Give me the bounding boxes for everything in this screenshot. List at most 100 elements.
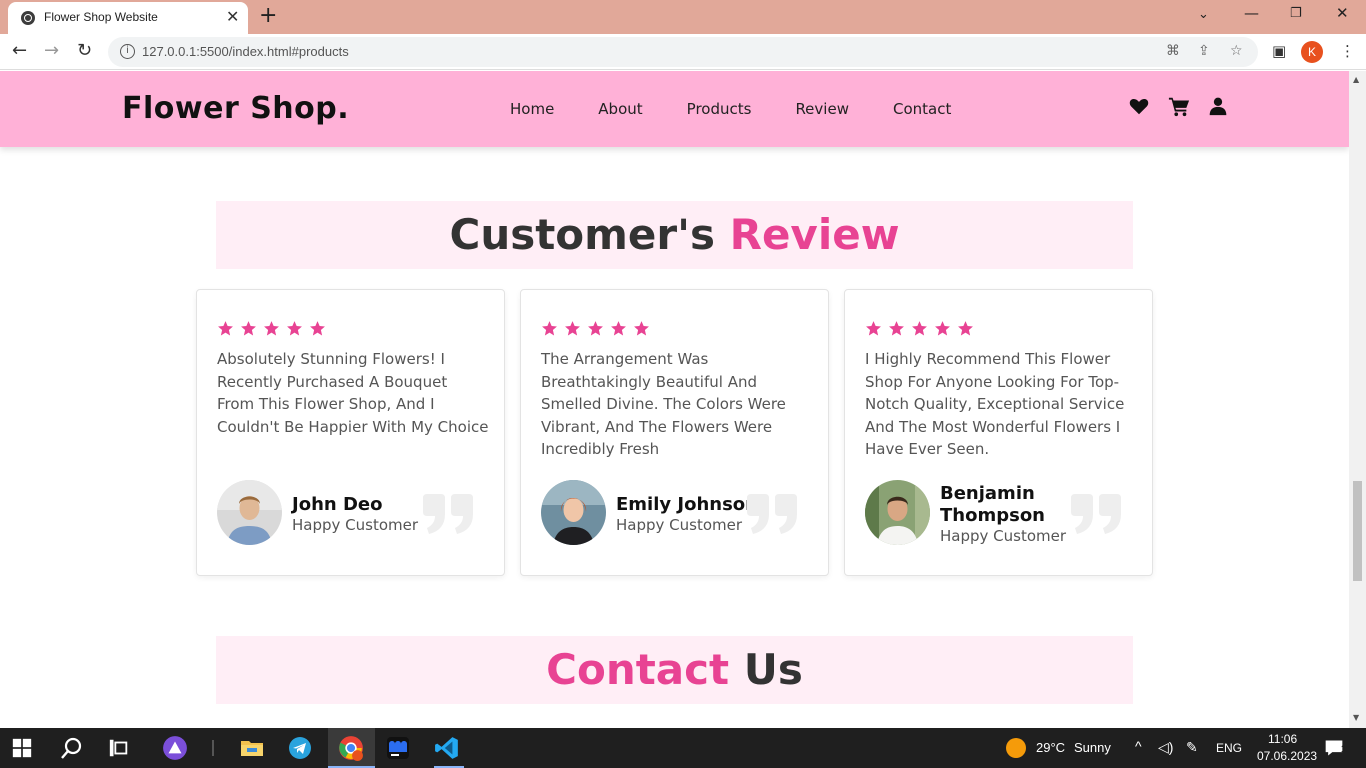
scroll-down-arrow-icon[interactable]: ▼: [1353, 713, 1359, 722]
page-scrollbar[interactable]: ▲ ▼: [1349, 71, 1366, 728]
star-icon: [958, 321, 973, 336]
browser-toolbar: ← → ↻ i 127.0.0.1:5500/index.html#produc…: [0, 34, 1366, 70]
review-heading-box: Customer's Review: [216, 201, 1133, 269]
browser-tab-strip: Flower Shop Website ✕ + ⌄ — ❐ ✕: [0, 0, 1366, 34]
browser-tab[interactable]: Flower Shop Website ✕: [8, 2, 248, 34]
star-icon: [634, 321, 649, 336]
task-view-icon[interactable]: [108, 728, 132, 768]
star-icon: [912, 321, 927, 336]
user-icon[interactable]: [1208, 95, 1230, 121]
minimize-icon[interactable]: —: [1244, 4, 1259, 22]
chrome-taskbar-button[interactable]: [328, 728, 375, 768]
contact-heading-dark: Us: [743, 645, 803, 694]
clock-time[interactable]: 11:06: [1268, 732, 1297, 746]
globe-icon: [21, 11, 35, 25]
avatar: [541, 480, 606, 545]
volume-icon[interactable]: ◁): [1158, 739, 1173, 756]
review-text: I Highly Recommend This Flower Shop For …: [865, 350, 1125, 458]
reviewer-name: John Deo: [292, 494, 383, 515]
review-heading-pink: Review: [729, 210, 900, 259]
weather-sun-icon[interactable]: [1005, 728, 1027, 768]
notification-count: 1: [1341, 744, 1347, 755]
weather-temp[interactable]: 29°C: [1036, 740, 1065, 755]
review-heading: Customer's Review: [216, 201, 1133, 269]
review-text: Absolutely Stunning Flowers! I Recently …: [217, 350, 489, 436]
star-icon: [241, 321, 256, 336]
site-logo[interactable]: Flower Shop.: [122, 91, 349, 126]
star-icon: [565, 321, 580, 336]
file-explorer-icon[interactable]: [240, 728, 268, 768]
assistant-icon[interactable]: [162, 728, 190, 768]
star-icon: [935, 321, 950, 336]
back-icon[interactable]: ←: [12, 40, 27, 61]
page-viewport: Flower Shop. Home About Products Review …: [0, 71, 1349, 728]
quote-icon: [747, 494, 797, 534]
close-tab-icon[interactable]: ✕: [226, 7, 239, 26]
windows-start-icon[interactable]: [12, 728, 36, 768]
close-window-icon[interactable]: ✕: [1336, 4, 1349, 22]
telegram-icon[interactable]: [288, 728, 316, 768]
url-text[interactable]: 127.0.0.1:5500/index.html#products: [142, 44, 349, 59]
nav-about[interactable]: About: [598, 100, 642, 118]
contact-heading: Contact Us: [216, 636, 1133, 704]
new-tab-button[interactable]: +: [259, 4, 277, 28]
reload-icon[interactable]: ↻: [77, 40, 92, 61]
profile-avatar[interactable]: K: [1301, 41, 1323, 63]
nav-contact[interactable]: Contact: [893, 100, 951, 118]
scroll-up-arrow-icon[interactable]: ▲: [1353, 75, 1359, 84]
forward-icon[interactable]: →: [44, 40, 59, 61]
site-info-icon[interactable]: i: [120, 44, 135, 59]
star-icon: [889, 321, 904, 336]
star-icon: [310, 321, 325, 336]
contact-heading-pink: Contact: [546, 645, 730, 694]
heart-icon[interactable]: [1128, 95, 1150, 121]
bookmark-star-icon[interactable]: ☆: [1230, 43, 1243, 59]
clock-date[interactable]: 07.06.2023: [1257, 749, 1317, 763]
star-icon: [287, 321, 302, 336]
nav-review[interactable]: Review: [795, 100, 849, 118]
avatar: [217, 480, 282, 545]
weather-desc[interactable]: Sunny: [1074, 740, 1111, 755]
cart-icon[interactable]: [1168, 95, 1190, 121]
star-rating: [865, 320, 974, 337]
review-heading-dark: Customer's: [449, 210, 715, 259]
menu-kebab-icon[interactable]: ⋮: [1340, 42, 1355, 60]
address-bar[interactable]: i 127.0.0.1:5500/index.html#products ⌘ ⇪…: [108, 37, 1258, 67]
vscode-icon[interactable]: [434, 728, 464, 768]
main-nav: Home About Products Review Contact: [510, 100, 995, 118]
review-card: Absolutely Stunning Flowers! I Recently …: [196, 289, 505, 576]
review-text: The Arrangement Was Breathtakingly Beaut…: [541, 350, 786, 458]
star-icon: [264, 321, 279, 336]
quote-icon: [423, 494, 473, 534]
nav-home[interactable]: Home: [510, 100, 554, 118]
tab-title: Flower Shop Website: [44, 10, 158, 24]
translate-icon[interactable]: ⌘: [1166, 43, 1180, 59]
review-card: I Highly Recommend This Flower Shop For …: [844, 289, 1153, 576]
star-rating: [217, 320, 326, 337]
reviewer-name: Emily Johnson: [616, 494, 758, 515]
scroll-thumb[interactable]: [1353, 481, 1362, 581]
star-icon: [866, 321, 881, 336]
star-icon: [542, 321, 557, 336]
tab-search-icon[interactable]: ⌄: [1198, 7, 1209, 22]
pen-icon[interactable]: ✎: [1186, 739, 1198, 756]
reviewer-role: Happy Customer: [940, 527, 1067, 545]
reviewer-role: Happy Customer: [616, 516, 743, 534]
header-icons: [1128, 95, 1230, 121]
review-card: The Arrangement Was Breathtakingly Beaut…: [520, 289, 829, 576]
search-icon[interactable]: [60, 728, 86, 768]
share-icon[interactable]: ⇪: [1198, 43, 1210, 59]
reviewer-role: Happy Customer: [292, 516, 419, 534]
nav-products[interactable]: Products: [687, 100, 752, 118]
quote-icon: [1071, 494, 1121, 534]
star-rating: [541, 320, 650, 337]
star-icon: [218, 321, 233, 336]
side-panel-icon[interactable]: ▣: [1272, 42, 1286, 60]
chevron-up-icon[interactable]: ^: [1135, 738, 1142, 754]
windows-taskbar: 29°C Sunny ^ ◁) ✎ ENG 11:06 07.06.2023 1: [0, 728, 1366, 768]
restore-icon[interactable]: ❐: [1290, 6, 1302, 21]
webstorm-icon[interactable]: [386, 728, 414, 768]
star-icon: [588, 321, 603, 336]
taskbar-separator: [212, 728, 214, 768]
language-indicator[interactable]: ENG: [1216, 741, 1242, 755]
